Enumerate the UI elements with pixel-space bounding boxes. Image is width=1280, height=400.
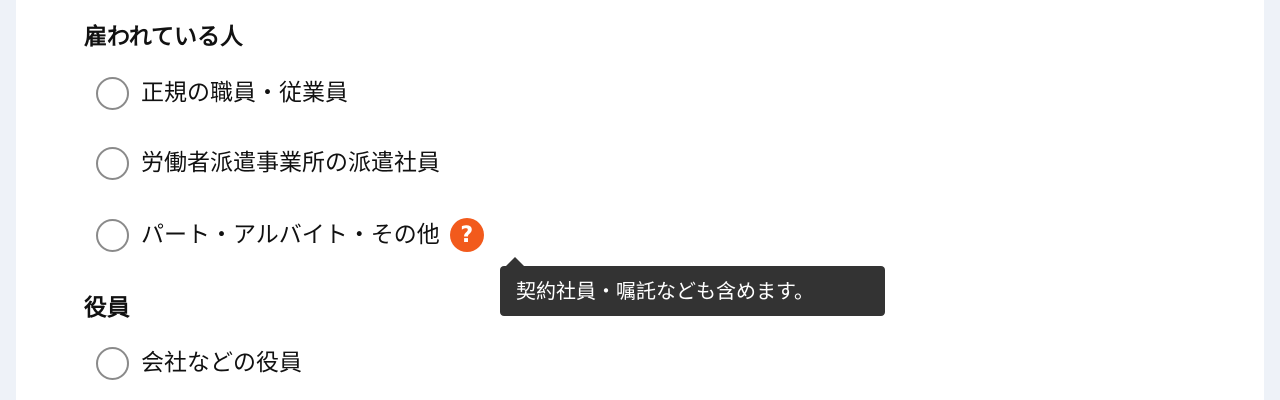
radio-option-regular-employee[interactable]: 正規の職員・従業員 [96,73,348,113]
radio-button[interactable] [96,346,129,380]
radio-label: パート・アルバイト・その他 [141,222,440,248]
radio-label: 会社などの役員 [141,350,302,376]
section-heading-executive: 役員 [84,295,130,321]
radio-button[interactable] [96,218,129,252]
radio-label: 労働者派遣事業所の派遣社員 [141,150,440,176]
tooltip-text: 契約社員・嘱託なども含めます。 [516,279,814,303]
tooltip-arrow [506,257,524,266]
radio-option-part-time[interactable]: パート・アルバイト・その他 ? [96,215,484,255]
form-panel: 雇われている人 正規の職員・従業員 労働者派遣事業所の派遣社員 パート・アルバイ… [16,0,1264,400]
radio-button[interactable] [96,146,129,180]
section-heading-employed: 雇われている人 [84,24,244,50]
radio-button[interactable] [96,76,129,110]
question-icon[interactable]: ? [449,218,484,252]
help-tooltip: 契約社員・嘱託なども含めます。 [500,257,885,316]
radio-label: 正規の職員・従業員 [141,80,348,106]
radio-option-dispatched-worker[interactable]: 労働者派遣事業所の派遣社員 [96,143,440,183]
radio-option-company-executive[interactable]: 会社などの役員 [96,343,302,383]
